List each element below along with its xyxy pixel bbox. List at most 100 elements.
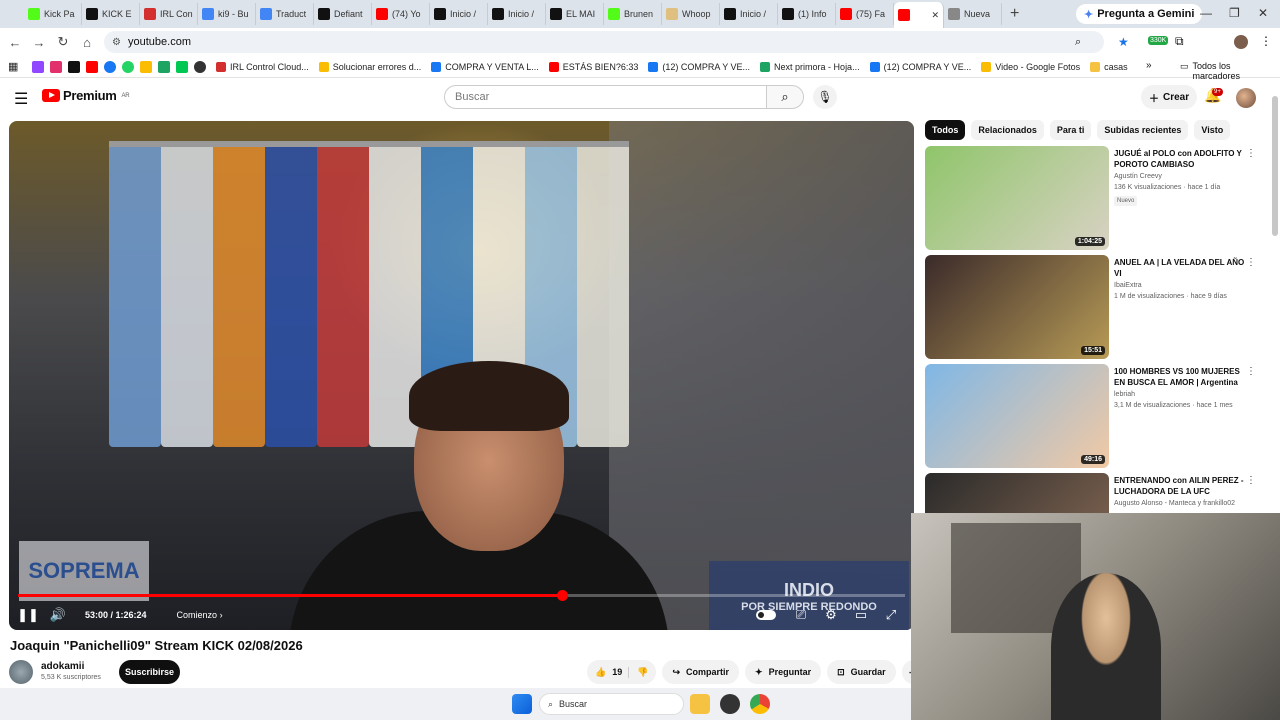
share-button[interactable]: ↪ Compartir <box>662 660 740 684</box>
subscribe-button[interactable]: Suscribirse <box>119 660 180 684</box>
dislike-button[interactable]: 👎 <box>628 666 648 678</box>
channel-avatar[interactable] <box>9 660 33 684</box>
back-icon[interactable]: ← <box>3 35 27 50</box>
app-icon[interactable] <box>176 60 188 73</box>
bookmark-item[interactable]: (12) COMPRA Y VE... <box>869 61 971 72</box>
search-button[interactable]: ⌕ <box>766 85 804 109</box>
browser-tab[interactable]: (1) Info <box>778 3 836 25</box>
app-icon[interactable] <box>720 694 740 714</box>
instagram-icon[interactable] <box>50 60 62 73</box>
extensions-icon[interactable]: ⧉ <box>1175 34 1184 49</box>
bookmark-item[interactable]: COMPRA Y VENTA L... <box>431 61 539 72</box>
more-vertical-icon[interactable]: ⋮ <box>1246 475 1256 486</box>
recommended-video[interactable]: 15:51 ANUEL AA | LA VELADA DEL AÑO VI Ibai… <box>925 255 1270 359</box>
filter-chip[interactable]: Visto <box>1194 120 1231 140</box>
more-vertical-icon[interactable]: ⋮ <box>1246 257 1256 268</box>
apps-icon[interactable]: ▦ <box>8 60 18 73</box>
profile-icon[interactable] <box>1234 35 1248 49</box>
whatsapp-icon[interactable] <box>122 60 134 73</box>
close-window-icon[interactable]: ✕ <box>1258 6 1268 20</box>
volume-icon[interactable]: 🔊 <box>43 607 73 623</box>
recommended-video[interactable]: 49:16 100 HOMBRES VS 100 MUJERES EN BUSCA… <box>925 364 1270 468</box>
bookmark-item[interactable]: (12) COMPRA Y VE... <box>648 61 750 72</box>
youtube-icon[interactable] <box>86 60 98 73</box>
browser-tab[interactable]: (75) Fa <box>836 3 894 25</box>
video-thumbnail[interactable]: 49:16 <box>925 364 1109 468</box>
address-bar[interactable]: ⚙ youtube.com ⌕ ★ <box>104 31 1129 53</box>
filter-chip[interactable]: Subidas recientes <box>1097 120 1189 140</box>
channel-name[interactable]: adokamii <box>41 661 84 672</box>
restore-icon[interactable]: ❐ <box>1229 6 1240 20</box>
gemini-button[interactable]: ✦ Pregunta a Gemini <box>1076 4 1203 24</box>
video-title-link[interactable]: ANUEL AA | LA VELADA DEL AÑO VI <box>1114 257 1248 279</box>
pause-icon[interactable]: ❚❚ <box>13 607 43 623</box>
autoplay-toggle[interactable] <box>756 610 776 620</box>
progress-bar[interactable] <box>18 590 905 601</box>
filter-chip[interactable]: Relacionados <box>971 120 1044 140</box>
video-thumbnail[interactable]: 1:04:25 <box>925 146 1109 250</box>
browser-tab[interactable]: (74) Yo <box>372 3 430 25</box>
globe-icon[interactable] <box>194 60 206 73</box>
more-vertical-icon[interactable]: ⋮ <box>1246 366 1256 377</box>
save-button[interactable]: ⊡ Guardar <box>827 660 896 684</box>
twitch-icon[interactable] <box>32 60 44 73</box>
browser-tab[interactable]: Inicio / <box>488 3 546 25</box>
x-icon[interactable] <box>68 60 80 73</box>
youtube-logo[interactable]: Premium AR <box>42 88 130 103</box>
bookmark-item[interactable]: Next primora - Hoja... <box>760 61 860 72</box>
browser-tab[interactable]: Traduct <box>256 3 314 25</box>
browser-tab[interactable]: ✕ <box>894 2 944 28</box>
bookmark-star-icon[interactable]: ★ <box>1118 35 1129 49</box>
bookmarks-overflow-icon[interactable]: » <box>1146 60 1152 71</box>
like-button[interactable]: 👍 19 <box>595 667 622 678</box>
bookmark-item[interactable]: Video - Google Fotos <box>981 61 1080 72</box>
progress-scrubber[interactable] <box>557 590 569 601</box>
recommended-video[interactable]: 1:04:25 JUGUÉ al POLO con ADOLFITO Y PORO… <box>925 146 1270 250</box>
bookmark-item[interactable]: ESTÁS BIEN?6:33 <box>548 61 638 72</box>
bookmark-item[interactable]: IRL Control Cloud... <box>216 61 309 72</box>
menu-icon[interactable]: ☰ <box>14 89 28 109</box>
all-bookmarks[interactable]: ▭ Todos los marcadores <box>1180 61 1280 81</box>
video-title-link[interactable]: ENTRENANDO con AILIN PEREZ - LUCHADORA D… <box>1114 475 1248 497</box>
browser-tab[interactable]: IRL Con <box>140 3 198 25</box>
reload-icon[interactable]: ↻ <box>51 34 75 50</box>
new-tab-icon[interactable]: + <box>1010 5 1019 23</box>
forward-icon[interactable]: → <box>27 35 51 50</box>
account-avatar[interactable] <box>1236 88 1256 108</box>
bookmark-item[interactable]: Solucionar errores d... <box>318 61 421 72</box>
video-title-link[interactable]: 100 HOMBRES VS 100 MUJERES EN BUSCA EL A… <box>1114 366 1248 388</box>
voice-search-button[interactable]: 🎙 <box>813 85 837 109</box>
browser-tab[interactable]: Kick Pa <box>24 3 82 25</box>
video-thumbnail[interactable]: 15:51 <box>925 255 1109 359</box>
chapter-button[interactable]: Comienzo › <box>177 610 223 620</box>
search-input[interactable]: Buscar <box>444 85 767 109</box>
windows-start-icon[interactable] <box>512 694 532 714</box>
site-info-icon[interactable]: ⚙ <box>112 37 121 48</box>
filter-chip[interactable]: Para ti <box>1049 120 1092 140</box>
browser-menu-icon[interactable]: ⋮ <box>1260 34 1272 48</box>
theater-mode-icon[interactable]: ▭ <box>846 607 876 623</box>
create-button[interactable]: ＋ Crear <box>1141 85 1198 109</box>
google-icon[interactable] <box>140 60 152 73</box>
video-player[interactable]: SOPREMA INDIO POR SIEMPRE REDONDO ❚❚ 🔊 5… <box>9 121 914 630</box>
browser-tab[interactable]: ki9 - Bu <box>198 3 256 25</box>
page-scrollbar[interactable] <box>1272 96 1278 236</box>
extension-badge[interactable]: 330K <box>1148 36 1169 45</box>
facebook-icon[interactable] <box>104 60 116 73</box>
chrome-icon[interactable] <box>750 694 770 714</box>
home-icon[interactable]: ⌂ <box>75 35 99 50</box>
browser-tab[interactable]: Inicio / <box>720 3 778 25</box>
fullscreen-icon[interactable]: ⤢ <box>876 607 906 623</box>
subtitles-icon[interactable]: ⎚ <box>786 607 816 623</box>
video-title-link[interactable]: JUGUÉ al POLO con ADOLFITO Y POROTO CAMB… <box>1114 148 1248 170</box>
file-explorer-icon[interactable] <box>690 694 710 714</box>
more-vertical-icon[interactable]: ⋮ <box>1246 148 1256 159</box>
filter-chip[interactable]: Todos <box>925 120 966 140</box>
sheets-icon[interactable] <box>158 60 170 73</box>
ask-button[interactable]: ✦ Preguntar <box>745 660 822 684</box>
taskbar-search[interactable]: ⌕ Buscar <box>539 693 684 715</box>
browser-tab[interactable]: Brunen <box>604 3 662 25</box>
bookmark-item[interactable]: casas <box>1090 61 1128 72</box>
browser-tab[interactable]: Nueva <box>944 3 1002 25</box>
settings-icon[interactable]: ⚙ <box>816 607 846 623</box>
